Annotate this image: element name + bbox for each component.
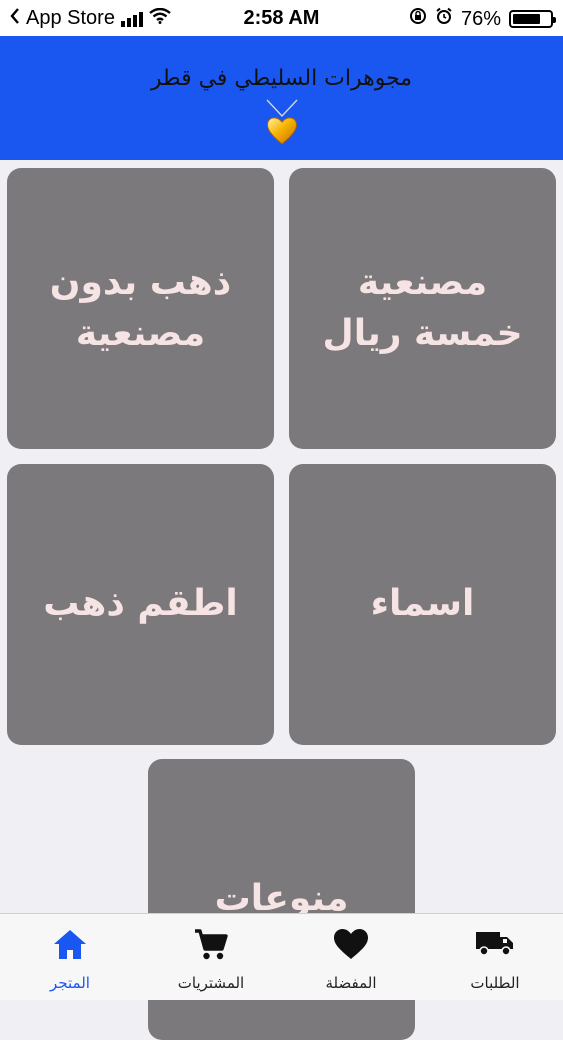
truck-icon <box>475 928 515 962</box>
rotation-lock-icon <box>409 7 427 31</box>
tab-bar: الطلبات المفضلة المشتريات المتجر <box>0 913 563 1000</box>
battery-percent: 76% <box>460 7 501 30</box>
tab-purchases-label: المشتريات <box>177 974 245 992</box>
tab-store[interactable]: المتجر <box>0 914 140 1001</box>
heart-icon <box>333 928 369 964</box>
gold-heart-necklace-icon <box>264 98 300 152</box>
tab-orders-label: الطلبات <box>470 974 520 992</box>
tab-purchases[interactable]: المشتريات <box>141 914 281 1001</box>
alarm-icon <box>435 7 453 31</box>
category-tile-gold-sets[interactable]: اطقم ذهب <box>7 464 274 745</box>
cart-icon <box>193 928 229 966</box>
app-header: مجوهرات السليطي في قطر <box>0 36 563 160</box>
tab-orders[interactable]: الطلبات <box>425 914 563 1001</box>
home-icon <box>52 928 88 964</box>
category-tile-names[interactable]: اسماء <box>289 464 556 745</box>
page-title: مجوهرات السليطي في قطر <box>150 66 413 91</box>
battery-icon <box>509 10 556 28</box>
tile-label: اسماء <box>370 583 475 625</box>
tab-store-label: المتجر <box>50 974 90 992</box>
tab-favorites-label: المفضلة <box>325 974 377 992</box>
category-tile-five-riyal[interactable]: مصنعية خمسة ريال <box>289 168 556 449</box>
tile-label: ذهب بدون مصنعية <box>49 262 232 354</box>
tile-label: مصنعية خمسة ريال <box>322 262 523 354</box>
status-bar: App Store 2:58 AM 76% <box>0 0 563 36</box>
tile-label: اطقم ذهب <box>43 583 238 625</box>
category-tile-gold-no-labor[interactable]: ذهب بدون مصنعية <box>7 168 274 449</box>
battery-level <box>513 14 540 24</box>
tab-favorites[interactable]: المفضلة <box>281 914 421 1001</box>
